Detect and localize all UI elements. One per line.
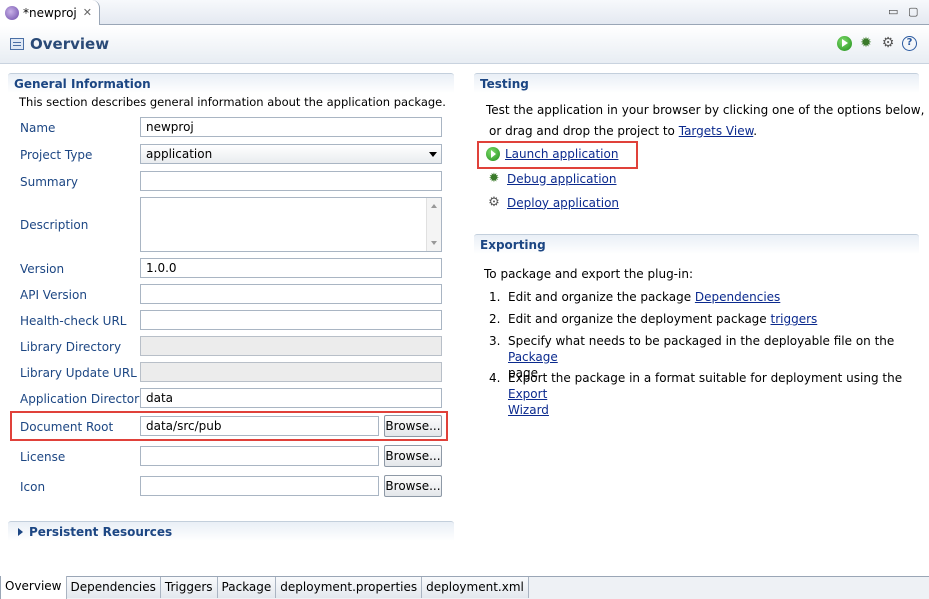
launch-icon [486, 147, 500, 161]
scroll-up-icon[interactable] [431, 204, 437, 208]
library-update-field [140, 362, 442, 382]
icon-label: Icon [20, 480, 46, 494]
chevron-down-icon [429, 152, 437, 157]
exporting-title: Exporting [474, 234, 919, 254]
summary-field[interactable] [140, 171, 442, 191]
exporting-section: Exporting [474, 234, 919, 254]
deploy-gear-icon[interactable]: ⚙ [880, 36, 896, 51]
triggers-link[interactable]: triggers [771, 312, 818, 326]
general-description: This section describes general informati… [19, 95, 446, 109]
export-wizard-link-2[interactable]: Wizard [508, 403, 549, 417]
run-icon[interactable] [837, 36, 852, 51]
export-step-4: 4. Export the package in a format suitab… [489, 370, 909, 417]
license-browse-button[interactable]: Browse... [384, 445, 442, 467]
testing-line-1: Test the application in your browser by … [486, 103, 925, 117]
tab-package[interactable]: Package [217, 577, 277, 598]
expand-triangle-icon[interactable] [18, 528, 23, 536]
deploy-application-link[interactable]: Deploy application [507, 196, 619, 210]
launch-application-link[interactable]: Launch application [505, 147, 618, 161]
project-type-label: Project Type [20, 148, 93, 162]
minimize-icon[interactable]: ▭ [888, 5, 898, 18]
application-directory-label: Application Directory [20, 392, 147, 406]
description-label: Description [20, 218, 89, 232]
dependencies-link[interactable]: Dependencies [695, 290, 780, 304]
description-scrollbar[interactable] [426, 198, 441, 251]
page-header: Overview ✹ ⚙ ? [0, 26, 929, 64]
overview-icon [10, 38, 24, 50]
name-field[interactable]: newproj [140, 117, 442, 137]
export-wizard-link[interactable]: Export [508, 387, 547, 401]
license-field[interactable] [140, 446, 379, 466]
export-step-3-num: 3. [489, 334, 501, 348]
version-field[interactable]: 1.0.0 [140, 258, 442, 278]
package-link[interactable]: Package [508, 350, 558, 364]
persistent-resources-title: Persistent Resources [29, 525, 173, 539]
close-icon[interactable]: ✕ [83, 6, 92, 19]
library-directory-label: Library Directory [20, 340, 122, 354]
page-title: Overview [30, 35, 110, 53]
api-version-label: API Version [20, 288, 87, 302]
exporting-intro: To package and export the plug-in: [484, 267, 693, 281]
general-information-section: General Information [8, 73, 454, 93]
debug-application-row[interactable]: ✹ Debug application [486, 171, 617, 186]
application-directory-field[interactable]: data [140, 388, 442, 408]
testing-line-2-prefix: or drag and drop the project to [489, 124, 679, 138]
general-information-title: General Information [8, 73, 454, 93]
health-check-label: Health-check URL [20, 314, 127, 328]
testing-section: Testing [474, 73, 919, 93]
api-version-field[interactable] [140, 284, 442, 304]
export-step-1-num: 1. [489, 290, 501, 304]
export-step-4-text: Export the package in a format suitable … [508, 371, 903, 385]
document-root-browse-button[interactable]: Browse... [384, 415, 442, 437]
debug-application-link[interactable]: Debug application [507, 172, 616, 186]
export-step-1-text: Edit and organize the package [508, 290, 695, 304]
description-textarea[interactable] [140, 197, 442, 252]
export-step-4-num: 4. [489, 371, 501, 385]
scroll-down-icon[interactable] [431, 241, 437, 245]
debug-icon[interactable]: ✹ [858, 36, 874, 51]
deploy-application-row[interactable]: ⚙ Deploy application [486, 195, 619, 210]
license-label: License [20, 450, 66, 464]
editor-tab-strip: *newproj ✕ ▭ ▢ [0, 0, 929, 25]
launch-application-row[interactable]: Launch application [486, 147, 618, 161]
export-step-3: 3. Specify what needs to be packaged in … [489, 333, 909, 380]
maximize-icon[interactable]: ▢ [908, 5, 918, 18]
tab-triggers[interactable]: Triggers [160, 577, 218, 598]
icon-field[interactable] [140, 476, 379, 496]
tab-deployment-xml[interactable]: deployment.xml [422, 577, 529, 598]
export-step-3-text: Specify what needs to be packaged in the… [508, 334, 895, 348]
tab-deployment-properties[interactable]: deployment.properties [276, 577, 423, 598]
health-check-field[interactable] [140, 310, 442, 330]
library-update-label: Library Update URL [20, 366, 137, 380]
help-icon[interactable]: ? [902, 36, 917, 51]
testing-line-2-suffix: . [753, 124, 758, 138]
bug-icon: ✹ [488, 171, 500, 186]
export-step-2-text: Edit and organize the deployment package [508, 312, 771, 326]
project-icon [5, 5, 19, 20]
testing-title: Testing [474, 73, 919, 93]
project-type-select[interactable]: application [140, 144, 442, 164]
editor-tab-title: *newproj [23, 5, 77, 20]
summary-label: Summary [20, 175, 78, 189]
tab-dependencies[interactable]: Dependencies [66, 577, 161, 598]
project-type-value: application [146, 147, 213, 161]
export-step-2-num: 2. [489, 312, 501, 326]
testing-line-2: or drag and drop the project to Targets … [489, 124, 757, 138]
targets-view-link[interactable]: Targets View [679, 124, 754, 138]
library-directory-field [140, 336, 442, 356]
version-label: Version [20, 262, 65, 276]
document-root-label: Document Root [20, 420, 114, 434]
persistent-resources-header[interactable]: Persistent Resources [8, 521, 454, 541]
persistent-resources-section[interactable]: Persistent Resources [8, 521, 454, 541]
name-label: Name [20, 121, 56, 135]
editor-tab-newproj[interactable]: *newproj ✕ [0, 0, 100, 25]
icon-browse-button[interactable]: Browse... [384, 475, 442, 497]
document-root-field[interactable]: data/src/pub [140, 416, 379, 436]
editor-page-tabs: Overview Dependencies Triggers Package d… [0, 576, 929, 599]
deploy-gear-icon: ⚙ [488, 195, 500, 210]
tab-overview[interactable]: Overview [0, 576, 67, 599]
